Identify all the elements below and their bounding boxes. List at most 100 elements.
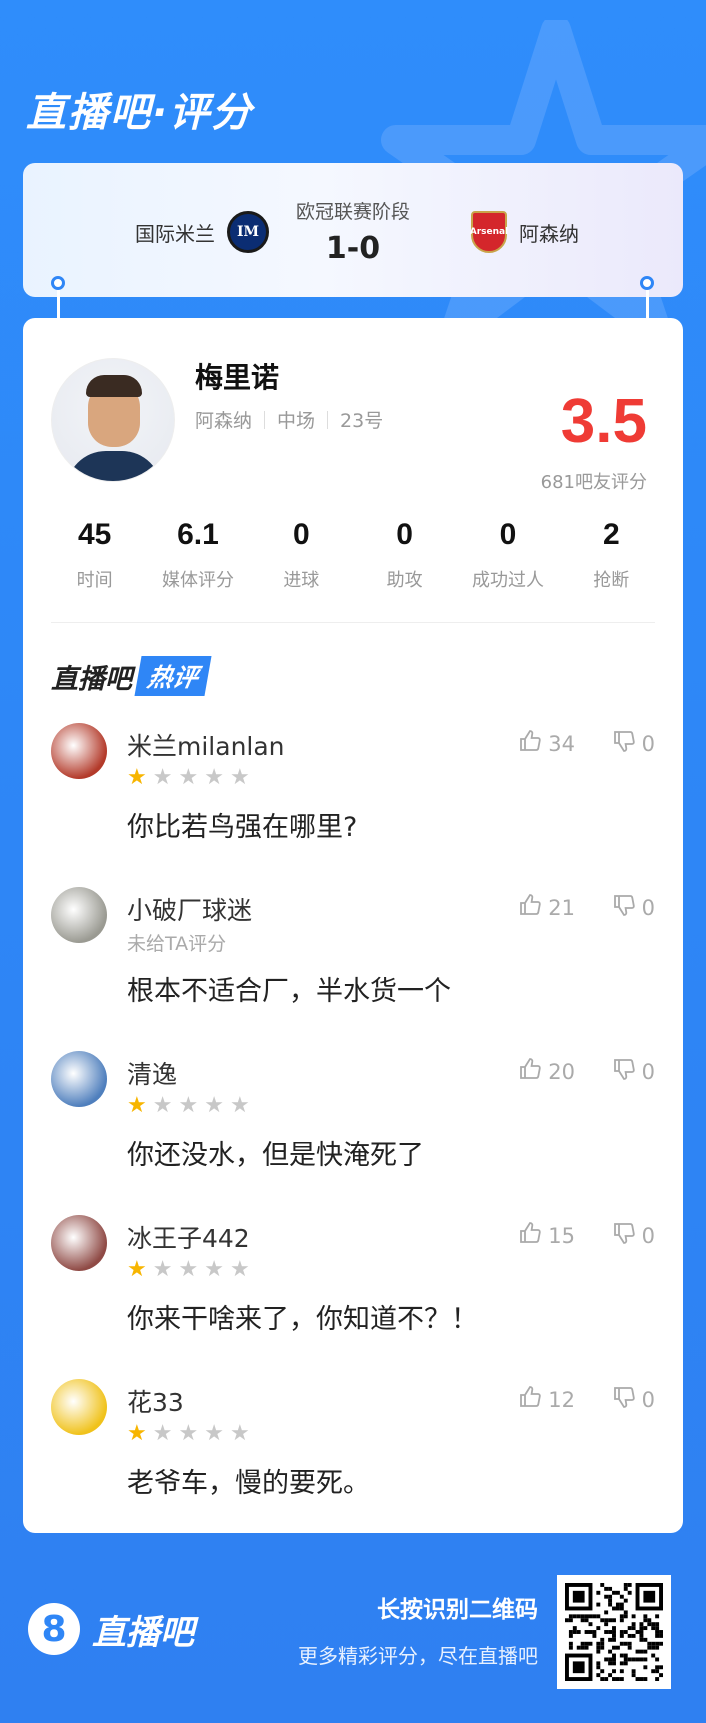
like-count: 12 [548, 1387, 575, 1412]
player-name: 梅里诺 [195, 361, 280, 394]
match-stage: 欧冠联赛阶段 [295, 201, 410, 223]
thumbs-down-icon [612, 1221, 642, 1250]
star-icon: ★ [127, 765, 153, 790]
comment-text: 老爷车，慢的要死。 [127, 1468, 370, 1499]
away-team: Arsenal 阿森纳 [470, 211, 579, 253]
commenter-name[interactable]: 小破厂球迷 [127, 891, 252, 927]
like-count: 34 [548, 731, 575, 756]
comment-star-rating: ★★★★★ [127, 1093, 256, 1118]
star-icon: ★ [229, 1093, 256, 1118]
comment-text: 你还没水，但是快淹死了 [127, 1140, 424, 1171]
star-icon: ★ [178, 1421, 205, 1446]
comment-text: 根本不适合厂，半水货一个 [127, 976, 451, 1007]
connector-pin-right-top [640, 276, 654, 290]
like-count: 21 [548, 895, 575, 920]
footer-logo: 8 直播吧 [28, 1603, 194, 1655]
like-button[interactable]: 15 [518, 1221, 575, 1250]
thumbs-down-icon [612, 729, 642, 758]
brand-title: 直播吧·评分 [26, 90, 254, 136]
star-icon: ★ [229, 1421, 256, 1446]
dislike-button[interactable]: 0 [612, 1057, 655, 1086]
thumbs-up-icon [518, 893, 548, 922]
player-team: 阿森纳 [195, 410, 253, 432]
star-icon: ★ [229, 765, 256, 790]
like-button[interactable]: 20 [518, 1057, 575, 1086]
qr-cta-title: 长按识别二维码 [377, 1597, 538, 1623]
comment-item: 小破厂球迷 未给TA评分 根本不适合厂，半水货一个 21 0 [23, 887, 683, 1051]
like-button[interactable]: 34 [518, 729, 575, 758]
comment-item: 花33 ★★★★★ 老爷车，慢的要死。 12 0 [23, 1379, 683, 1543]
star-icon: ★ [127, 1093, 153, 1118]
star-icon: ★ [178, 1257, 205, 1282]
footer-logo-text: 直播吧 [92, 1612, 194, 1653]
dislike-count: 0 [641, 1059, 655, 1084]
zhibo8-logo-icon: 8 [28, 1603, 80, 1655]
thumbs-up-icon [518, 729, 548, 758]
dislike-button[interactable]: 0 [612, 729, 655, 758]
arsenal-logo-icon: Arsenal [470, 211, 508, 253]
star-icon: ★ [178, 765, 205, 790]
star-icon: ★ [152, 765, 179, 790]
comment-item: 冰王子442 ★★★★★ 你来干啥来了，你知道不？！ 15 0 [23, 1215, 683, 1379]
connector-pin-left-top [51, 276, 65, 290]
star-icon: ★ [127, 1421, 153, 1446]
dislike-button[interactable]: 0 [612, 893, 655, 922]
comment-list: 米兰milanlan ★★★★★ 你比若鸟强在哪里? 34 0 小破厂球迷 未给… [23, 723, 683, 1543]
qr-code-icon [565, 1583, 663, 1681]
stat-assists: 0 助攻 [386, 518, 423, 591]
commenter-name[interactable]: 清逸 [127, 1055, 177, 1091]
star-icon: ★ [204, 1093, 230, 1118]
star-icon: ★ [204, 1421, 230, 1446]
star-icon: ★ [152, 1257, 179, 1282]
thumbs-down-icon [612, 1057, 642, 1086]
commenter-name[interactable]: 冰王子442 [127, 1219, 250, 1255]
rating-count: 681吧友评分 [540, 472, 647, 493]
star-icon: ★ [152, 1421, 179, 1446]
dislike-button[interactable]: 0 [612, 1385, 655, 1414]
stat-tackles: 2 抢断 [593, 518, 630, 591]
thumbs-down-icon [612, 1385, 642, 1414]
commenter-avatar[interactable] [51, 1215, 107, 1271]
thumbs-up-icon [518, 1057, 548, 1086]
dislike-button[interactable]: 0 [612, 1221, 655, 1250]
commenter-name[interactable]: 花33 [127, 1383, 184, 1419]
footer-cta: 长按识别二维码 更多精彩评分，尽在直播吧 [298, 1590, 538, 1669]
star-icon: ★ [178, 1093, 205, 1118]
dislike-count: 0 [641, 895, 655, 920]
like-count: 20 [548, 1059, 575, 1084]
player-rating: 3.5 [560, 387, 647, 456]
stat-time: 45 时间 [76, 518, 113, 591]
commenter-avatar[interactable] [51, 723, 107, 779]
match-score: 1-0 [325, 231, 381, 266]
hot-comments-title: 直播吧 热评 [51, 656, 212, 696]
commenter-avatar[interactable] [51, 887, 107, 943]
star-icon: ★ [127, 1257, 153, 1282]
dislike-count: 0 [641, 1387, 655, 1412]
commenter-name[interactable]: 米兰milanlan [127, 727, 285, 763]
stat-goals: 0 进球 [283, 518, 320, 591]
away-team-name: 阿森纳 [519, 221, 579, 246]
commenter-avatar[interactable] [51, 1379, 107, 1435]
dislike-count: 0 [641, 1223, 655, 1248]
comment-star-rating: ★★★★★ [127, 1257, 256, 1282]
thumbs-up-icon [518, 1385, 548, 1414]
comment-text: 你来干啥来了，你知道不？！ [127, 1304, 478, 1335]
dislike-count: 0 [641, 731, 655, 756]
player-avatar [51, 358, 175, 482]
match-card: 国际米兰 IM 欧冠联赛阶段 1-0 Arsenal 阿森纳 [23, 163, 683, 297]
like-button[interactable]: 21 [518, 893, 575, 922]
commenter-avatar[interactable] [51, 1051, 107, 1107]
comment-item: 清逸 ★★★★★ 你还没水，但是快淹死了 20 0 [23, 1051, 683, 1215]
section-divider [51, 622, 655, 623]
like-count: 15 [548, 1223, 575, 1248]
player-meta: 阿森纳 中场 23号 [195, 406, 383, 433]
comment-star-rating: ★★★★★ [127, 1421, 256, 1446]
comment-star-rating: ★★★★★ [127, 765, 256, 790]
qr-code[interactable] [557, 1575, 671, 1689]
player-position: 中场 [277, 410, 316, 432]
thumbs-down-icon [612, 893, 642, 922]
star-icon: ★ [229, 1257, 256, 1282]
like-button[interactable]: 12 [518, 1385, 575, 1414]
player-number: 23号 [340, 410, 384, 432]
star-icon: ★ [152, 1093, 179, 1118]
